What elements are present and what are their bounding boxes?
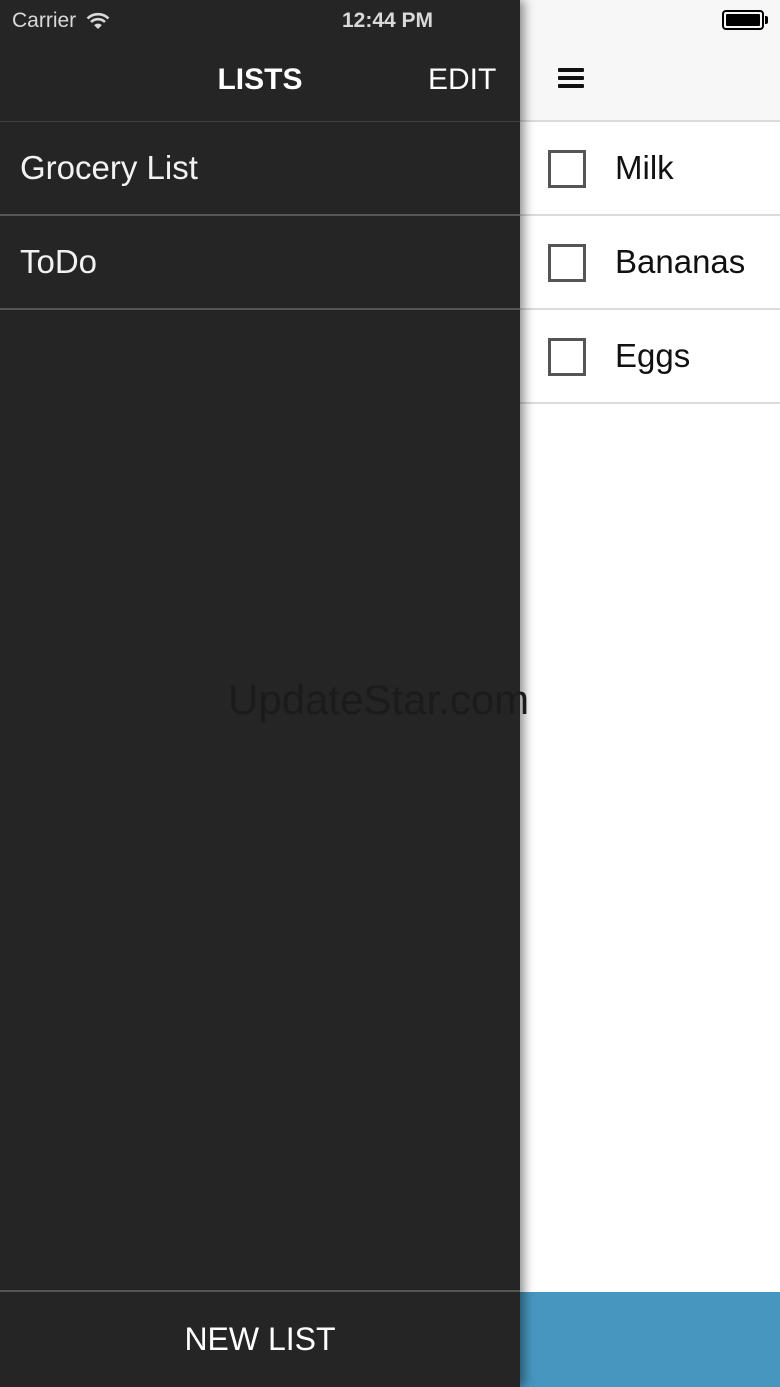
item-label: Bananas [615, 243, 746, 280]
checkbox[interactable] [548, 244, 586, 282]
hamburger-menu-icon[interactable] [546, 56, 596, 100]
list-label: Grocery List [20, 149, 198, 186]
list-item-milk[interactable]: Milk [520, 122, 780, 216]
list-detail-panel: Milk Bananas Eggs [520, 0, 780, 1387]
list-item-eggs[interactable]: Eggs [520, 310, 780, 404]
list-navbar [520, 0, 780, 122]
list-item-bananas[interactable]: Bananas [520, 216, 780, 310]
item-label: Milk [615, 149, 674, 186]
drawer-navbar: LISTS EDIT [0, 0, 520, 122]
lists-drawer: Carrier 12:44 PM LISTS EDIT Grocery List… [0, 0, 520, 1387]
item-label: Eggs [615, 337, 691, 374]
list-row-todo[interactable]: ToDo [0, 216, 520, 310]
lists: Grocery List ToDo [0, 122, 520, 310]
bottom-action-bar[interactable] [520, 1292, 780, 1387]
checkbox[interactable] [548, 338, 586, 376]
list-row-grocery-list[interactable]: Grocery List [0, 122, 520, 216]
app-screen: Milk Bananas Eggs Carrier 12:44 PM LISTS… [0, 0, 780, 1387]
list-label: ToDo [20, 243, 98, 280]
edit-button[interactable]: EDIT [428, 62, 496, 98]
new-list-button[interactable]: NEW LIST [0, 1290, 520, 1387]
checkbox[interactable] [548, 150, 586, 188]
list-items: Milk Bananas Eggs [520, 122, 780, 404]
battery-icon [722, 10, 768, 30]
